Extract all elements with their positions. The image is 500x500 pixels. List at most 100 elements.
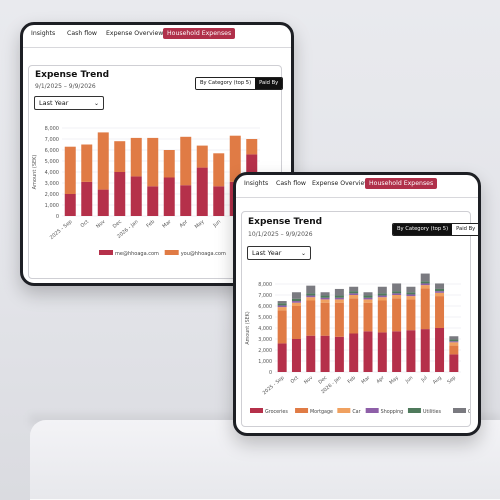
bar-segment	[363, 297, 373, 300]
bar-segment	[377, 286, 387, 294]
tab-expense-overview[interactable]: Expense Overview	[312, 180, 369, 187]
toggle-paid-by[interactable]: Paid By	[255, 78, 283, 89]
bar-segment	[130, 176, 142, 216]
bar-segment	[349, 291, 359, 294]
legend-swatch	[250, 408, 263, 413]
chevron-down-icon: ⌄	[93, 99, 99, 107]
bar-segment	[435, 328, 445, 372]
bar-segment	[392, 295, 402, 299]
x-tick-label: 2025 - Sep	[49, 219, 74, 241]
chevron-down-icon: ⌄	[300, 249, 306, 257]
bar-segment	[449, 339, 459, 342]
bar-segment	[449, 354, 459, 372]
tab-insights[interactable]: Insights	[31, 30, 55, 37]
period-select[interactable]: Last Year ⌄	[34, 96, 104, 110]
period-select[interactable]: Last Year ⌄	[247, 246, 311, 260]
legend-label: Others	[468, 409, 470, 415]
bar-segment	[334, 302, 344, 337]
bar-segment	[277, 301, 287, 304]
tab-household-expenses[interactable]: Household Expenses	[163, 28, 236, 39]
x-tick-label: Nov	[303, 375, 314, 386]
tab-bar: Insights Cash flow Expense Overview Hous…	[23, 25, 291, 48]
bar-segment	[320, 299, 330, 303]
y-tick-label: 6,000	[45, 148, 59, 154]
bar-segment	[163, 177, 175, 216]
bar-segment	[291, 339, 301, 372]
bar-segment	[435, 292, 445, 297]
bar-segment	[291, 306, 301, 339]
bar-segment	[392, 298, 402, 332]
bar-segment	[163, 150, 175, 178]
toggle-by-category[interactable]: By Category (top 5)	[196, 78, 256, 89]
bar-segment	[180, 185, 192, 216]
tab-cash-flow[interactable]: Cash flow	[276, 180, 306, 187]
bar-segment	[392, 293, 402, 295]
expense-trend-card: Expense Trend 10/1/2025 – 9/9/2026 By Ca…	[241, 211, 478, 427]
bar-segment	[363, 292, 373, 296]
bar-segment	[377, 293, 387, 296]
legend-label: Utilities	[423, 409, 442, 415]
toggle-by-category[interactable]: By Category (top 5)	[393, 224, 453, 235]
bar-segment	[81, 181, 93, 216]
bar-segment	[114, 172, 126, 216]
bar-segment	[349, 286, 359, 292]
toggle-paid-by[interactable]: Paid By	[452, 224, 478, 235]
y-tick-label: 5,000	[258, 315, 272, 321]
bar-segment	[435, 291, 445, 293]
y-tick-label: 3,000	[258, 337, 272, 343]
bar-segment	[420, 288, 430, 330]
bar-segment	[377, 295, 387, 298]
tab-household-expenses[interactable]: Household Expenses	[365, 178, 438, 189]
x-tick-label: Apr	[375, 375, 385, 385]
period-select-value: Last Year	[252, 249, 282, 257]
bar-segment	[349, 293, 359, 295]
legend-label: me@hhoaga.com	[115, 251, 159, 257]
bar-segment	[334, 288, 344, 296]
x-tick-label: Oct	[80, 219, 91, 229]
bar-segment	[306, 293, 316, 296]
legend-swatch	[453, 408, 467, 413]
tab-insights[interactable]: Insights	[244, 180, 268, 187]
bar-segment	[320, 292, 330, 296]
y-tick-label: 0	[56, 214, 59, 220]
bar-segment	[277, 310, 287, 344]
bar-segment	[81, 144, 93, 182]
bar-segment	[320, 302, 330, 336]
tab-expense-overview[interactable]: Expense Overview	[106, 30, 163, 37]
bar-segment	[277, 343, 287, 372]
bar-segment	[377, 297, 387, 301]
bar-segment	[406, 286, 416, 293]
bar-segment	[291, 298, 301, 302]
bar-segment	[147, 186, 159, 216]
bar-segment	[406, 299, 416, 331]
bar-segment	[363, 295, 373, 298]
bar-segment	[291, 301, 301, 303]
y-tick-label: 1,000	[258, 359, 272, 365]
period-select-value: Last Year	[39, 99, 69, 107]
bar-segment	[406, 292, 416, 295]
bar-segment	[180, 136, 192, 186]
legend-label: Car	[352, 409, 360, 415]
bar-segment	[449, 342, 459, 346]
tab-cash-flow[interactable]: Cash flow	[67, 30, 97, 37]
legend-swatch	[365, 408, 379, 413]
bar-segment	[306, 335, 316, 372]
bar-segment	[420, 273, 430, 282]
y-tick-label: 2,000	[258, 348, 272, 354]
y-tick-label: 8,000	[45, 126, 59, 132]
bar-segment	[334, 299, 344, 303]
bar-segment	[306, 285, 316, 294]
bar-segment	[320, 295, 330, 298]
x-tick-label: Feb	[347, 375, 357, 385]
x-tick-label: Jun	[404, 375, 414, 385]
bar-segment	[449, 336, 459, 340]
bar-segment	[97, 132, 109, 190]
x-tick-label: Aug	[432, 375, 443, 386]
bar-segment	[392, 283, 402, 292]
bar-segment	[64, 194, 76, 216]
bar-segment	[363, 302, 373, 332]
bar-segment	[363, 299, 373, 303]
bar-segment	[130, 137, 142, 177]
y-tick-label: 0	[269, 370, 272, 376]
bar-segment	[392, 291, 402, 294]
